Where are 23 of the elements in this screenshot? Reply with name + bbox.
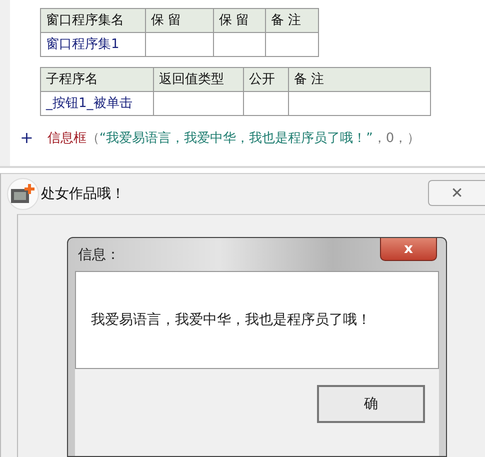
column-header: 返回值类型 [154, 68, 244, 92]
message-text: 我爱易语言，我爱中华，我也是程序员了哦！ [91, 311, 371, 329]
close-button[interactable]: ✕ [428, 180, 485, 206]
column-header: 保 留 [214, 9, 266, 33]
column-header: 子程序名 [41, 68, 154, 92]
table-cell [214, 33, 266, 57]
expand-marker[interactable]: + [10, 128, 34, 147]
table-cell [244, 92, 289, 116]
column-header: 备 注 [289, 68, 431, 92]
column-header: 备 注 [266, 9, 319, 33]
app-icon [7, 178, 39, 210]
window-title: 处女作品哦！ [41, 185, 125, 203]
close-button[interactable]: x [380, 238, 437, 261]
table-cell: 窗口程序集1 [41, 33, 146, 57]
code-line: 信息框（“我爱易语言，我爱中华，我也是程序员了哦！”，0，） [47, 130, 420, 146]
column-header: 保 留 [146, 9, 214, 33]
table-cell [146, 33, 214, 57]
column-header: 窗口程序集名 [41, 9, 146, 33]
table-cell [266, 33, 319, 57]
column-header: 公开 [244, 68, 289, 92]
ok-button[interactable]: 确 [317, 385, 425, 423]
table-cell: _按钮1_被单击 [41, 92, 154, 116]
dialog-title: 信息： [78, 246, 120, 264]
